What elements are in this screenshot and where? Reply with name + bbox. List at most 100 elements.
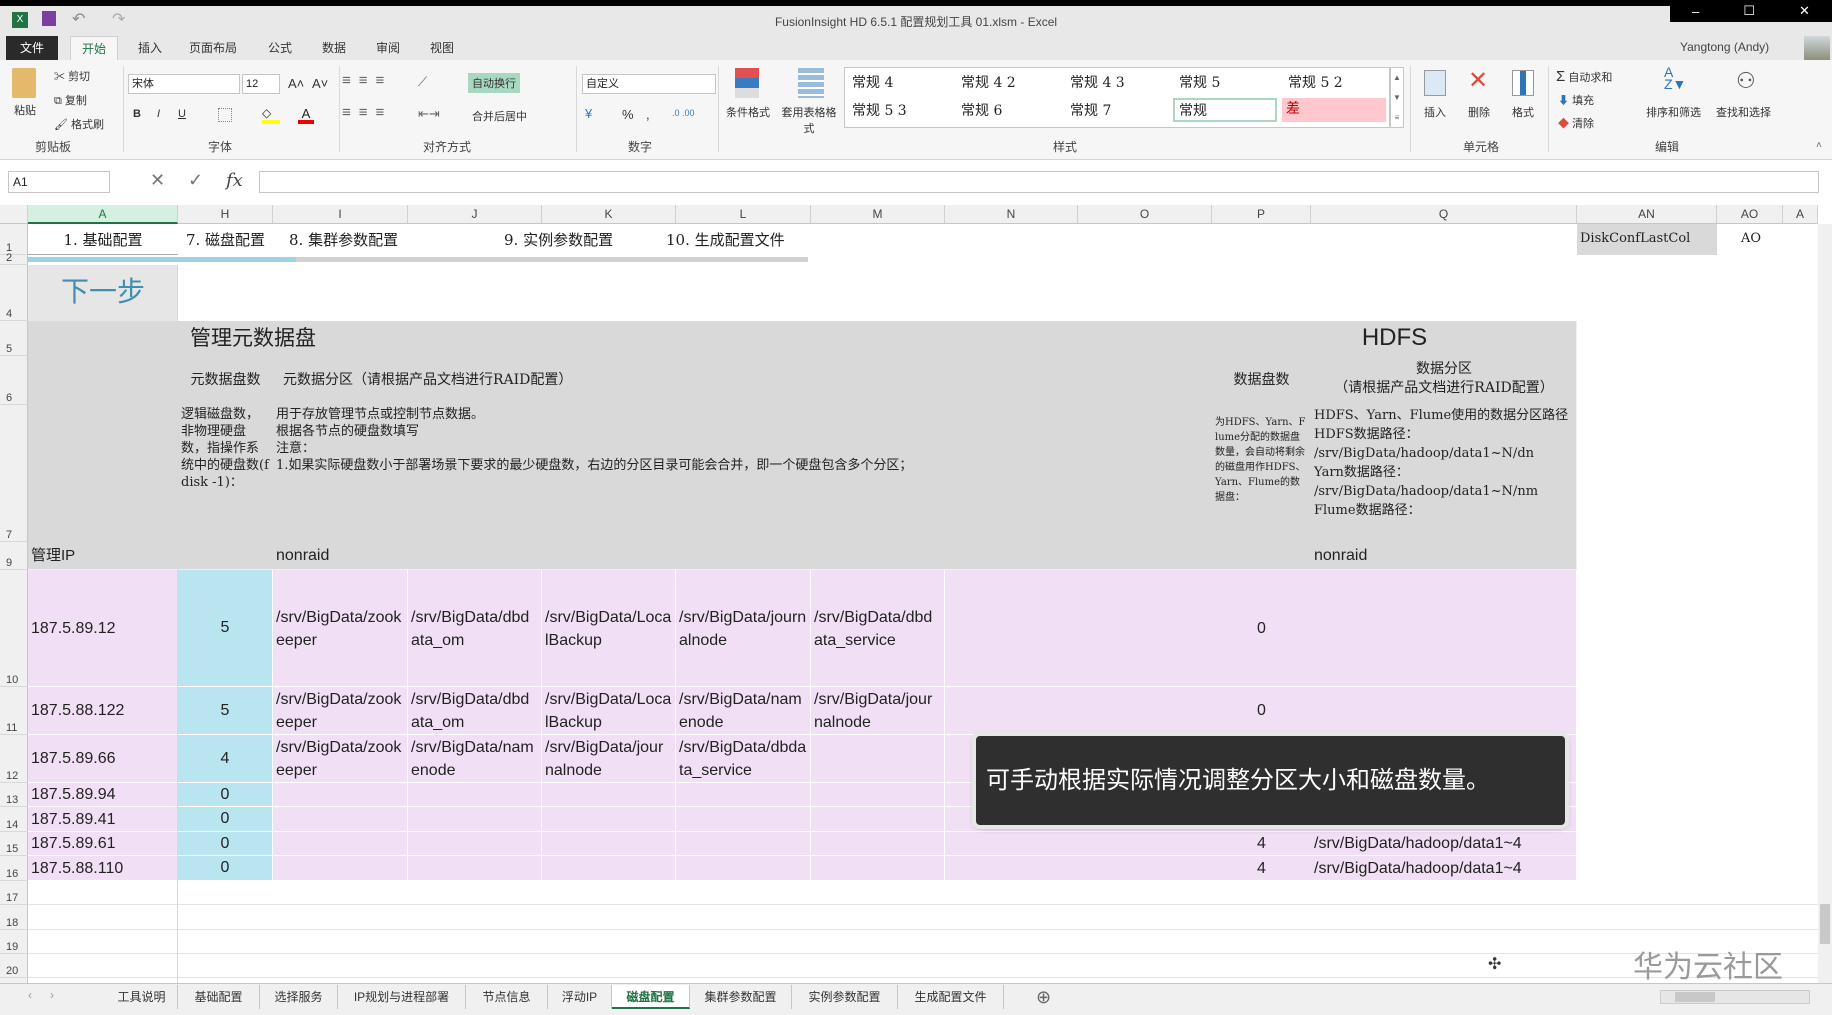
row-header[interactable]: 19	[0, 930, 28, 954]
nav-link-instance[interactable]: 9. 实例参数配置	[408, 224, 676, 255]
meta-partition-path[interactable]	[811, 832, 945, 856]
meta-partition-path[interactable]: /srv/BigData/dbdata_om	[408, 687, 542, 735]
insert-button[interactable]: 插入	[1424, 104, 1446, 120]
orientation-icon[interactable]: ⟋	[418, 74, 427, 90]
nav-link-cluster[interactable]: 8. 集群参数配置	[273, 224, 408, 255]
fill-button[interactable]: ⬇ 填充	[1558, 92, 1594, 108]
comma-button[interactable]: ,	[646, 107, 650, 122]
meta-partition-path[interactable]	[408, 783, 542, 807]
style-item[interactable]: 常规 5 2	[1288, 72, 1343, 92]
meta-partition-path[interactable]: /srv/BigData/LocalBackup	[542, 687, 676, 735]
meta-disk-count[interactable]: 0	[178, 856, 273, 881]
user-avatar[interactable]	[1804, 36, 1830, 60]
merge-center-button[interactable]: 合并后居中	[472, 108, 527, 124]
meta-disk-count[interactable]: 4	[178, 735, 273, 783]
data-disk-count[interactable]: 4	[1212, 832, 1311, 856]
fill-color-icon[interactable]: ◇	[262, 106, 280, 124]
row-header[interactable]: 10	[0, 570, 28, 687]
column-header[interactable]: A	[1783, 205, 1818, 224]
shrink-font-button[interactable]: A˅	[312, 76, 328, 91]
next-step-button[interactable]: 下一步	[28, 265, 178, 321]
row-header[interactable]: 15	[0, 832, 28, 856]
underline-button[interactable]: U	[178, 108, 186, 120]
style-item[interactable]: 常规 7	[1070, 100, 1111, 120]
data-disk-count[interactable]: 0	[1212, 570, 1311, 687]
tab-insert[interactable]: 插入	[130, 36, 170, 60]
italic-button[interactable]: I	[157, 108, 160, 120]
meta-partition-path[interactable]: /srv/BigData/zookeeper	[273, 735, 408, 783]
maximize-button[interactable]: ☐	[1743, 3, 1755, 19]
meta-partition-path[interactable]	[408, 832, 542, 856]
select-all-corner[interactable]	[0, 205, 28, 224]
node-ip[interactable]: 187.5.88.122	[28, 687, 178, 735]
column-header[interactable]: AO	[1717, 205, 1783, 224]
column-header[interactable]: P	[1212, 205, 1311, 224]
tab-view[interactable]: 视图	[422, 36, 462, 60]
nav-link-generate[interactable]: 10. 生成配置文件	[666, 224, 935, 255]
tab-page-layout[interactable]: 页面布局	[182, 36, 244, 60]
gallery-scroll-buttons[interactable]: ▲ ▼ ≡	[1390, 67, 1404, 128]
meta-partition-path[interactable]	[811, 735, 945, 783]
horizontal-scrollbar[interactable]	[1660, 990, 1810, 1004]
node-ip[interactable]: 187.5.89.61	[28, 832, 178, 856]
node-ip[interactable]: 187.5.89.41	[28, 807, 178, 832]
font-color-icon[interactable]: A	[298, 106, 314, 124]
meta-partition-path[interactable]	[542, 832, 676, 856]
sheet-tab[interactable]: 集群参数配置	[690, 985, 792, 1009]
wrap-text-button[interactable]: 自动换行	[468, 73, 520, 93]
data-partition-path[interactable]	[1311, 570, 1577, 687]
cut-button[interactable]: ✂ 剪切	[54, 68, 90, 84]
sort-filter-button[interactable]: 排序和筛选	[1646, 104, 1701, 120]
data-disk-count[interactable]: 4	[1212, 856, 1311, 881]
enter-icon[interactable]: ✓	[188, 170, 203, 191]
meta-partition-path[interactable]: /srv/BigData/namenode	[676, 687, 811, 735]
meta-disk-count[interactable]: 5	[178, 570, 273, 687]
row-header[interactable]: 1	[0, 224, 28, 255]
meta-partition-path[interactable]: /srv/BigData/zookeeper	[273, 687, 408, 735]
meta-partition-path[interactable]	[273, 807, 408, 832]
meta-partition-path[interactable]: /srv/BigData/journalnode	[811, 687, 945, 735]
currency-icon[interactable]: ¥	[585, 106, 592, 121]
meta-disk-count[interactable]: 0	[178, 832, 273, 856]
meta-partition-path[interactable]: /srv/BigData/dbdata_om	[408, 570, 542, 687]
vertical-align-icons[interactable]: ≡≡≡	[342, 72, 392, 89]
minimize-button[interactable]: –	[1692, 4, 1699, 19]
style-item-bad[interactable]: 差	[1282, 98, 1386, 122]
column-header[interactable]: L	[676, 205, 811, 224]
user-name[interactable]: Yangtong (Andy)	[1680, 40, 1769, 54]
row-header[interactable]: 12	[0, 735, 28, 783]
style-item-normal[interactable]: 常规	[1173, 98, 1277, 122]
bold-button[interactable]: B	[133, 108, 141, 120]
conditional-format-icon[interactable]	[735, 68, 759, 98]
sheet-tab[interactable]: 基础配置	[178, 985, 260, 1009]
sheet-tab[interactable]: 节点信息	[466, 985, 548, 1009]
delete-button[interactable]: 删除	[1468, 104, 1490, 120]
style-item[interactable]: 常规 6	[961, 100, 1002, 120]
data-partition-path[interactable]	[1311, 687, 1577, 735]
meta-partition-path[interactable]	[676, 832, 811, 856]
column-header[interactable]: H	[178, 205, 273, 224]
indent-icons[interactable]: ⇤⇥	[418, 106, 440, 122]
sheet-tab[interactable]: 工具说明	[106, 985, 178, 1009]
row-header[interactable]: 18	[0, 905, 28, 930]
row-header[interactable]: 9	[0, 542, 28, 570]
meta-disk-count[interactable]: 0	[178, 807, 273, 832]
meta-partition-path[interactable]	[676, 783, 811, 807]
meta-partition-path[interactable]	[811, 807, 945, 832]
meta-partition-path[interactable]: /srv/BigData/LocalBackup	[542, 570, 676, 687]
borders-icon[interactable]	[218, 108, 232, 122]
style-item[interactable]: 常规 4 3	[1070, 72, 1125, 92]
row-header[interactable]: 17	[0, 881, 28, 905]
style-item[interactable]: 常规 5	[1179, 72, 1220, 92]
clear-button[interactable]: ◆ 清除	[1558, 115, 1594, 131]
font-name-select[interactable]: 宋体	[128, 74, 240, 94]
column-header[interactable]: AN	[1577, 205, 1717, 224]
column-header[interactable]: M	[811, 205, 945, 224]
decimal-icons[interactable]: .0 .00	[672, 108, 695, 118]
grow-font-button[interactable]: A˄	[288, 76, 304, 91]
sort-filter-icon[interactable]: A Z▼	[1664, 65, 1686, 91]
column-header[interactable]: N	[945, 205, 1078, 224]
percent-button[interactable]: %	[622, 107, 634, 122]
meta-partition-path[interactable]: /srv/BigData/dbdata_service	[676, 735, 811, 783]
sheet-tab[interactable]: 浮动IP	[548, 985, 612, 1009]
